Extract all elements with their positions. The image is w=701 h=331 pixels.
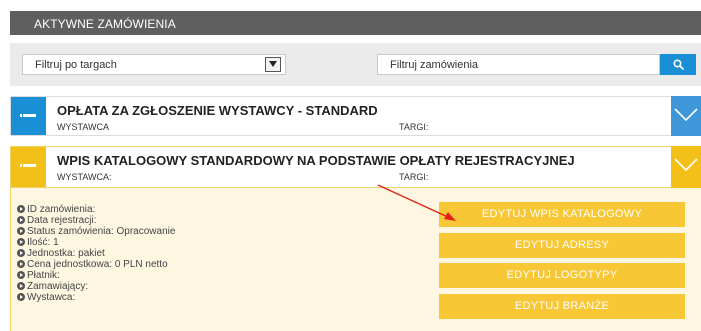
order-details-panel: ID zamówienia: Data rejestracji: Status … xyxy=(10,188,701,331)
order-fair-label: TARGI: xyxy=(399,172,429,182)
expand-toggle[interactable] xyxy=(671,96,701,136)
minus-icon[interactable] xyxy=(11,97,46,135)
edit-addresses-button[interactable]: EDYTUJ ADRESY xyxy=(439,233,685,258)
chevron-down-icon[interactable] xyxy=(265,57,281,72)
chevron-down-icon xyxy=(674,158,698,172)
chevron-down-icon xyxy=(674,108,698,122)
edit-catalog-entry-button[interactable]: EDYTUJ WPIS KATALOGOWY xyxy=(439,202,685,227)
order-exhibitor-label: WYSTAWCA: xyxy=(57,172,112,182)
order-search-input[interactable] xyxy=(377,54,660,75)
circle-arrow-right-icon xyxy=(17,205,25,213)
detail-item: ID zamówienia: xyxy=(17,204,175,215)
detail-item: Ilość: 1 xyxy=(17,237,175,248)
detail-item: Cena jednostkowa: 0 PLN netto xyxy=(17,259,175,270)
order-title: OPŁATA ZA ZGŁOSZENIE WYSTAWCY - STANDARD xyxy=(57,103,378,118)
detail-item: Status zamówienia: Opracowanie xyxy=(17,226,175,237)
page-header: AKTYWNE ZAMÓWIENIA xyxy=(10,11,701,35)
collapse-toggle[interactable] xyxy=(671,146,701,188)
detail-item: Data rejestracji: xyxy=(17,215,175,226)
order-row[interactable]: WPIS KATALOGOWY STANDARDOWY NA PODSTAWIE… xyxy=(10,146,701,188)
circle-arrow-right-icon xyxy=(17,293,25,301)
circle-arrow-right-icon xyxy=(17,216,25,224)
page-title: AKTYWNE ZAMÓWIENIA xyxy=(34,17,176,31)
search-icon xyxy=(673,59,684,70)
edit-industries-button[interactable]: EDYTUJ BRANŻE xyxy=(439,294,685,319)
order-fair-label: TARGI: xyxy=(399,122,429,132)
detail-item: Zamawiający: xyxy=(17,281,175,292)
search-button[interactable] xyxy=(660,54,696,75)
detail-item: Jednostka: pakiet xyxy=(17,248,175,259)
circle-arrow-right-icon xyxy=(17,249,25,257)
fair-filter-value: Filtruj po targach xyxy=(35,59,117,71)
minus-icon[interactable] xyxy=(11,147,46,187)
order-title: WPIS KATALOGOWY STANDARDOWY NA PODSTAWIE… xyxy=(57,153,575,168)
filter-bar: Filtruj po targach xyxy=(10,43,701,86)
circle-arrow-right-icon xyxy=(17,282,25,290)
fair-filter-select[interactable]: Filtruj po targach xyxy=(22,54,286,75)
detail-item: Wystawca: xyxy=(17,292,175,303)
detail-item: Płatnik: xyxy=(17,270,175,281)
edit-logos-button[interactable]: EDYTUJ LOGOTYPY xyxy=(439,263,685,288)
circle-arrow-right-icon xyxy=(17,238,25,246)
order-row[interactable]: OPŁATA ZA ZGŁOSZENIE WYSTAWCY - STANDARD… xyxy=(10,96,701,136)
circle-arrow-right-icon xyxy=(17,271,25,279)
order-exhibitor-label: WYSTAWCA xyxy=(57,122,109,132)
circle-arrow-right-icon xyxy=(17,260,25,268)
order-details-list: ID zamówienia: Data rejestracji: Status … xyxy=(17,204,175,303)
circle-arrow-right-icon xyxy=(17,227,25,235)
